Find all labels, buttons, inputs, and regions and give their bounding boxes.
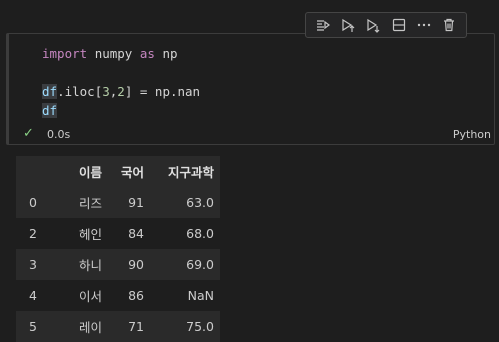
split-cell-icon[interactable] <box>391 17 407 33</box>
table-cell: 90 <box>128 257 144 272</box>
row-index: 3 <box>29 257 37 272</box>
table-cell: 63.0 <box>186 195 214 210</box>
table-cell: 75.0 <box>186 319 214 334</box>
table-row: 3 하니 90 69.0 <box>16 249 220 280</box>
dataframe-output-table: 이름 국어 지구과학 0 리즈 91 63.0 2 헤인 84 68.0 3 하… <box>16 156 220 342</box>
code-token: .nan <box>169 84 201 99</box>
code-token: .iloc[ <box>57 84 103 99</box>
cell-status-bar: ✓ 0.0s Python <box>23 126 491 142</box>
table-row: 5 레이 71 75.0 <box>16 311 220 342</box>
table-cell: 하니 <box>78 258 102 273</box>
table-row: 2 헤인 84 68.0 <box>16 218 220 249</box>
table-row: 4 이서 86 NaN <box>16 280 220 311</box>
code-token: df <box>42 84 58 99</box>
table-header-row: 이름 국어 지구과학 <box>16 156 220 187</box>
row-index: 4 <box>29 288 37 303</box>
table-cell: 71 <box>128 319 144 334</box>
delete-icon[interactable] <box>441 17 457 33</box>
execute-below-icon[interactable] <box>365 17 381 33</box>
table-cell: 86 <box>128 288 144 303</box>
code-token: np <box>154 84 170 99</box>
code-token: df <box>42 103 58 118</box>
notebook-cell[interactable]: import numpy as np df.iloc[3,2] = np.nan… <box>6 33 495 145</box>
table-cell: 68.0 <box>186 226 214 241</box>
code-token: import <box>42 46 88 61</box>
table-cell: NaN <box>187 288 214 303</box>
cell-toolbar <box>305 12 467 38</box>
code-token: 3 <box>102 84 110 99</box>
table-cell: 리즈 <box>78 196 102 211</box>
code-token: np <box>162 46 178 61</box>
column-header: 이름 <box>78 165 102 180</box>
more-icon[interactable] <box>416 17 432 33</box>
table-cell: 91 <box>128 195 144 210</box>
table-cell: 레이 <box>78 320 102 335</box>
cell-focus-indicator <box>7 34 9 144</box>
code-token: ] = <box>124 84 155 99</box>
table-row: 0 리즈 91 63.0 <box>16 187 220 218</box>
row-index: 0 <box>29 195 37 210</box>
kernel-language-label[interactable]: Python <box>453 128 491 141</box>
table-cell: 이서 <box>78 289 102 304</box>
column-header: 지구과학 <box>167 165 214 180</box>
execution-duration: 0.0s <box>47 128 71 141</box>
code-token: as <box>139 46 155 61</box>
code-line-3: df <box>42 101 200 120</box>
success-check-icon: ✓ <box>23 126 34 141</box>
table-cell: 84 <box>128 226 144 241</box>
row-index: 2 <box>29 226 37 241</box>
column-header: 국어 <box>120 165 144 180</box>
run-by-line-icon[interactable] <box>315 17 331 33</box>
code-editor[interactable]: import numpy as np df.iloc[3,2] = np.nan… <box>42 44 200 120</box>
code-line-1: import numpy as np <box>42 44 200 63</box>
execute-above-icon[interactable] <box>340 17 356 33</box>
code-token: 2 <box>117 84 125 99</box>
row-index: 5 <box>29 319 37 334</box>
index-header <box>16 156 51 187</box>
code-line-2: df.iloc[3,2] = np.nan <box>42 82 200 101</box>
table-cell: 69.0 <box>186 257 214 272</box>
table-cell: 헤인 <box>78 227 102 242</box>
code-token: numpy <box>94 46 133 61</box>
